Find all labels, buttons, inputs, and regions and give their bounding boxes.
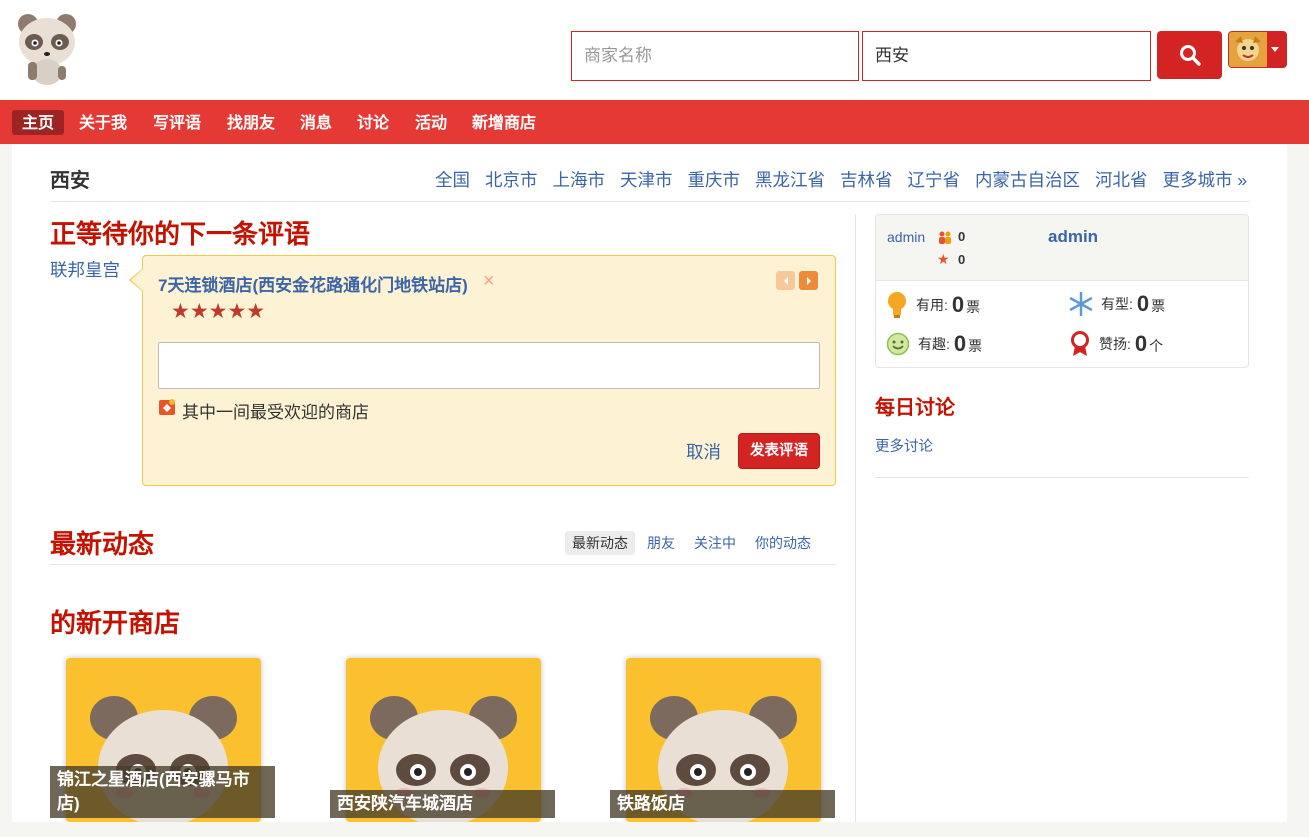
tab-recent-activity[interactable]: 最新动态 [565, 531, 635, 555]
ribbon-icon [1071, 331, 1089, 356]
city-link-inner-mongolia[interactable]: 内蒙古自治区 [975, 167, 1080, 192]
user-summary-header: admin 0 ★ 0 admin [876, 215, 1248, 281]
city-links: 全国 北京市 上海市 天津市 重庆市 黑龙江省 吉林省 辽宁省 内蒙古自治区 河… [435, 167, 1262, 192]
stat-value: 0 [1134, 331, 1148, 356]
main-nav: 主页 关于我 写评语 找朋友 消息 讨论 活动 新增商店 [0, 100, 1309, 144]
nav-find-friends[interactable]: 找朋友 [217, 110, 285, 135]
stat-unit: 票 [1151, 298, 1166, 314]
new-shop-card[interactable]: 西安陕汽车城酒店 [330, 646, 555, 822]
stat-label: 赞扬: [1099, 336, 1131, 352]
current-city-title: 西安 [50, 170, 90, 192]
previous-business-button[interactable] [776, 271, 795, 290]
stat-value: 0 [951, 292, 965, 317]
shop-name: 西安陕汽车城酒店 [330, 790, 555, 818]
avatar [1229, 32, 1267, 67]
city-link-tianjin[interactable]: 天津市 [620, 167, 673, 192]
user-summary-box: admin 0 ★ 0 admin 有用: 0 票 有型: 0 票 有趣: 0 … [875, 214, 1249, 368]
popular-business-icon [158, 398, 176, 416]
daily-discussion-title: 每日讨论 [875, 397, 955, 419]
recent-activity-title: 最新动态 [50, 529, 155, 559]
stat-label: 有型: [1101, 296, 1133, 312]
header: 商家名称 西安 [0, 0, 1309, 100]
friends-icon [937, 230, 953, 249]
review-prompt-title: 正等待你的下一条评语 [50, 219, 311, 249]
nav-add-business[interactable]: 新增商店 [462, 110, 546, 135]
stat-label: 有趣: [918, 336, 950, 352]
useful-votes: 有用: 0 票 [886, 291, 980, 319]
lightbulb-icon [888, 292, 906, 318]
close-icon[interactable]: × [483, 270, 495, 293]
smiley-icon [886, 332, 910, 356]
compliments: 赞扬: 0 个 [1069, 331, 1163, 357]
tab-friends[interactable]: 朋友 [640, 531, 682, 555]
star-icon: ★ [937, 251, 950, 267]
post-review-button[interactable]: 发表评语 [738, 433, 820, 469]
user-menu-button[interactable] [1228, 31, 1287, 68]
new-shop-card[interactable]: 锦江之星酒店(西安骡马市店) [50, 646, 275, 822]
chevron-down-icon [1271, 47, 1279, 52]
tab-your-activity[interactable]: 你的动态 [748, 531, 818, 555]
star-rating[interactable]: ★★★★★ [171, 299, 265, 324]
nav-home[interactable]: 主页 [12, 110, 65, 135]
review-text-input[interactable] [158, 342, 820, 389]
city-link-jilin[interactable]: 吉林省 [840, 167, 893, 192]
divider [875, 477, 1249, 478]
business-name-search-input[interactable]: 商家名称 [571, 31, 859, 81]
city-link-chongqing[interactable]: 重庆市 [688, 167, 741, 192]
divider [50, 564, 836, 565]
stat-unit: 个 [1149, 338, 1164, 354]
stat-unit: 票 [966, 299, 981, 315]
chevron-left-icon [783, 276, 788, 285]
new-shop-card[interactable]: 铁路饭店 [610, 646, 835, 822]
cool-votes: 有型: 0 票 [1069, 291, 1165, 317]
business-link[interactable]: 联邦皇宫 [50, 257, 120, 282]
nav-talk[interactable]: 讨论 [347, 110, 399, 135]
review-hotel-name[interactable]: 7天连锁酒店(西安金花路通化门地铁站店) [158, 271, 468, 296]
stat-value: 0 [1136, 291, 1150, 316]
reviews-count: 0 [958, 252, 966, 267]
nav-about-me[interactable]: 关于我 [69, 110, 137, 135]
raccoon-logo[interactable] [14, 10, 80, 88]
cancel-button[interactable]: 取消 [686, 439, 721, 464]
stat-label: 有用: [916, 297, 948, 313]
next-business-button[interactable] [799, 271, 818, 290]
more-cities-link[interactable]: 更多城市 » [1163, 167, 1248, 192]
callout-arrow-fill [131, 269, 143, 291]
city-link-liaoning[interactable]: 辽宁省 [908, 167, 961, 192]
location-search-input[interactable]: 西安 [862, 31, 1151, 81]
city-link-hebei[interactable]: 河北省 [1095, 167, 1148, 192]
city-link-beijing[interactable]: 北京市 [485, 167, 538, 192]
nav-messages[interactable]: 消息 [290, 110, 342, 135]
city-link-shanghai[interactable]: 上海市 [553, 167, 606, 192]
tab-following[interactable]: 关注中 [687, 531, 743, 555]
activity-tabs: 最新动态 朋友 关注中 你的动态 [565, 531, 823, 555]
search-button[interactable] [1157, 31, 1222, 79]
stat-unit: 票 [968, 338, 983, 354]
popular-business-hint: 其中一间最受欢迎的商店 [182, 403, 369, 422]
chevron-right-icon [806, 276, 811, 285]
more-discussions-link[interactable]: 更多讨论 [875, 435, 933, 456]
new-shops-title: 的新开商店 [50, 608, 181, 638]
funny-votes: 有趣: 0 票 [886, 331, 982, 357]
nav-write-review[interactable]: 写评语 [143, 110, 211, 135]
snowflake-icon [1069, 292, 1093, 316]
page-bottom [0, 822, 1309, 837]
shop-name: 锦江之星酒店(西安骡马市店) [50, 766, 275, 818]
nav-events[interactable]: 活动 [405, 110, 457, 135]
divider [50, 201, 1250, 202]
column-divider [855, 214, 856, 822]
search-icon [1179, 45, 1201, 66]
city-link-heilongjiang[interactable]: 黑龙江省 [755, 167, 825, 192]
stat-value: 0 [953, 331, 967, 356]
username-link[interactable]: admin [1048, 227, 1098, 247]
friends-count: 0 [958, 229, 966, 244]
city-link-all[interactable]: 全国 [435, 167, 470, 192]
user-small-name[interactable]: admin [887, 229, 925, 245]
shop-name: 铁路饭店 [610, 790, 835, 818]
